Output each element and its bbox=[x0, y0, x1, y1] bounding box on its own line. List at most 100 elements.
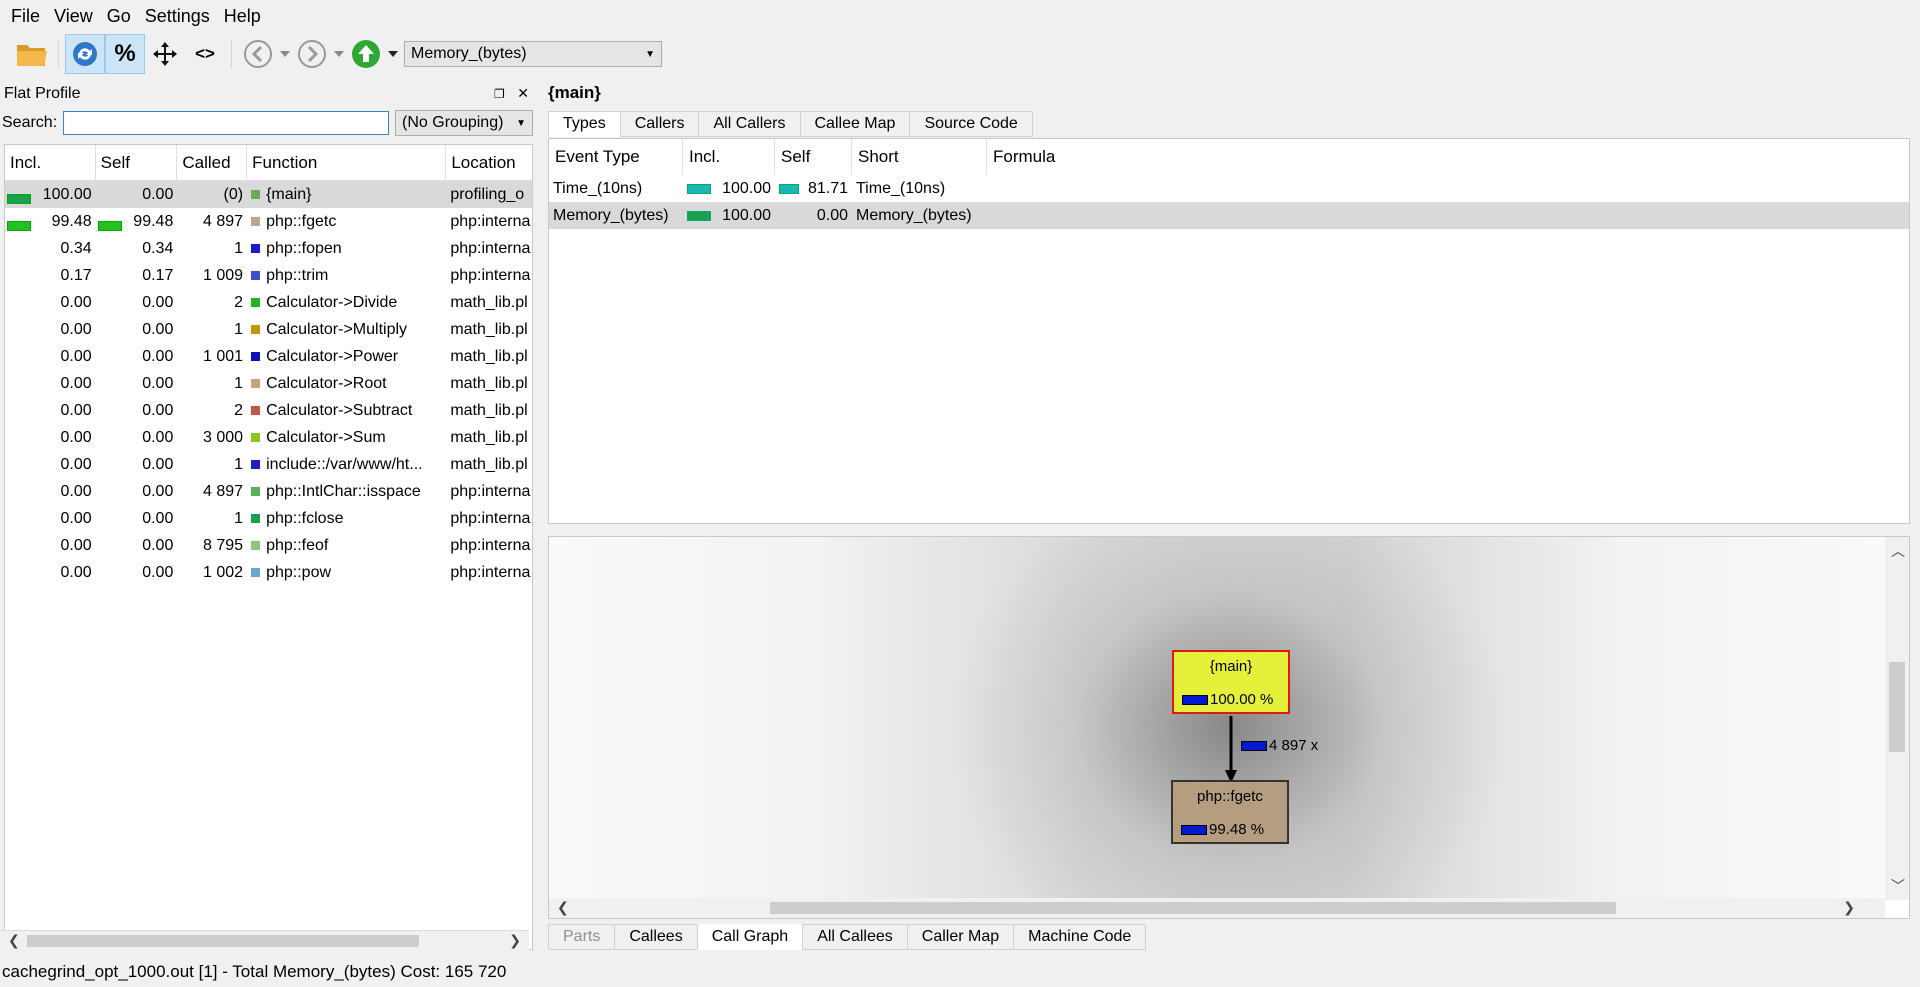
horizontal-scrollbar[interactable]: ❮ ❯ bbox=[549, 898, 1885, 918]
scroll-right-icon[interactable]: ❯ bbox=[509, 932, 521, 949]
percentage-icon[interactable]: % bbox=[105, 34, 145, 74]
table-row[interactable]: 100.00 0.00 (0) {main} profiling_o bbox=[5, 181, 532, 208]
table-row[interactable]: 0.34 0.34 1 php::fopen php:interna bbox=[5, 235, 532, 262]
menu-file[interactable]: File bbox=[4, 6, 47, 27]
cell-self: 0.34 bbox=[142, 239, 174, 257]
column-function[interactable]: Function bbox=[247, 145, 447, 180]
table-row[interactable]: 0.00 0.00 2 Calculator->Subtract math_lib.pl bbox=[5, 397, 532, 424]
horizontal-scrollbar[interactable]: ❮ ❯ bbox=[0, 930, 529, 950]
column-short[interactable]: Short bbox=[852, 139, 987, 175]
column-self[interactable]: Self bbox=[775, 139, 852, 175]
back-icon[interactable] bbox=[238, 34, 278, 74]
event-type-value: Memory_(bytes) bbox=[411, 45, 527, 62]
tab-source-code[interactable]: Source Code bbox=[909, 111, 1033, 137]
scrollbar-thumb[interactable] bbox=[27, 935, 419, 947]
types-row[interactable]: Memory_(bytes) 100.00 0.00 Memory_(bytes) bbox=[549, 202, 1909, 229]
cell-function: Calculator->Sum bbox=[247, 429, 446, 447]
column-incl[interactable]: Incl. bbox=[5, 145, 96, 180]
event-type-select[interactable]: Memory_(bytes) ▼ bbox=[404, 41, 662, 67]
function-color-swatch bbox=[251, 406, 261, 415]
table-row[interactable]: 0.00 0.00 1 include::/var/www/ht... math_lib… bbox=[5, 451, 532, 478]
column-event-type[interactable]: Event Type bbox=[549, 139, 683, 175]
tab-call-graph[interactable]: Call Graph bbox=[696, 924, 804, 950]
scrollbar-thumb[interactable] bbox=[770, 902, 1616, 914]
tab-all-callers[interactable]: All Callers bbox=[698, 111, 801, 137]
flat-profile-panel: Flat Profile ❐ ✕ Search: (No Grouping) ▼… bbox=[0, 80, 533, 950]
dropdown-arrow-icon: ▼ bbox=[516, 117, 526, 129]
toolbar-separator bbox=[58, 39, 59, 69]
move-icon[interactable] bbox=[145, 34, 185, 74]
scrollbar-thumb[interactable] bbox=[1889, 662, 1905, 752]
table-row[interactable]: 0.00 0.00 1 Calculator->Multiply math_lib.pl bbox=[5, 316, 532, 343]
up-menu-icon[interactable] bbox=[386, 34, 400, 74]
open-folder-icon[interactable] bbox=[12, 34, 52, 74]
table-row[interactable]: 0.00 0.00 4 897 php::IntlChar::isspace php:i… bbox=[5, 478, 532, 505]
cell-called: 1 bbox=[234, 239, 244, 257]
grouping-value: (No Grouping) bbox=[402, 114, 504, 131]
scroll-down-icon[interactable]: ﹀ bbox=[1891, 876, 1905, 896]
menu-help[interactable]: Help bbox=[217, 6, 268, 27]
scroll-right-icon[interactable]: ❯ bbox=[1843, 899, 1855, 916]
tab-types[interactable]: Types bbox=[548, 111, 621, 137]
search-input[interactable] bbox=[63, 111, 390, 135]
table-row[interactable]: 99.48 99.48 4 897 php::fgetc php:interna bbox=[5, 208, 532, 235]
graph-node-callee[interactable]: php::fgetc 99.48 % bbox=[1171, 780, 1289, 844]
tab-callee-map[interactable]: Callee Map bbox=[799, 111, 911, 137]
menu-settings[interactable]: Settings bbox=[138, 6, 217, 27]
table-row[interactable]: 0.00 0.00 1 Calculator->Root math_lib.pl bbox=[5, 370, 532, 397]
tab-caller-map[interactable]: Caller Map bbox=[906, 924, 1015, 950]
tab-callers[interactable]: Callers bbox=[619, 111, 700, 137]
float-panel-icon[interactable]: ❐ bbox=[494, 87, 505, 101]
cell-called: 4 897 bbox=[203, 212, 244, 230]
cell-incl: 0.00 bbox=[60, 347, 92, 365]
tab-parts[interactable]: Parts bbox=[548, 924, 616, 950]
cycle-detection-icon[interactable] bbox=[65, 34, 105, 74]
status-bar: cachegrind_opt_1000.out [1] - Total Memo… bbox=[2, 962, 507, 981]
cell-function: Calculator->Divide bbox=[247, 294, 446, 312]
forward-icon[interactable] bbox=[292, 34, 332, 74]
vertical-scrollbar[interactable]: ︿ ﹀ bbox=[1885, 537, 1909, 900]
scroll-left-icon[interactable]: ❮ bbox=[8, 932, 20, 949]
forward-menu-icon[interactable] bbox=[332, 34, 346, 74]
cell-self: 0.00 bbox=[142, 536, 174, 554]
tab-callees[interactable]: Callees bbox=[614, 924, 698, 950]
column-called[interactable]: Called bbox=[177, 145, 248, 180]
tab-machine-code[interactable]: Machine Code bbox=[1013, 924, 1147, 950]
cell-location: math_lib.pl bbox=[450, 428, 528, 446]
cell-location: math_lib.pl bbox=[450, 347, 528, 365]
column-location[interactable]: Location bbox=[446, 145, 532, 180]
tab-all-callees[interactable]: All Callees bbox=[802, 924, 908, 950]
menu-go[interactable]: Go bbox=[100, 6, 138, 27]
table-row[interactable]: 0.00 0.00 2 Calculator->Divide math_lib.pl bbox=[5, 289, 532, 316]
edge-call-count: 4 897 x bbox=[1269, 737, 1319, 754]
table-row[interactable]: 0.00 0.00 3 000 Calculator->Sum math_lib.pl bbox=[5, 424, 532, 451]
cell-self: 0.00 bbox=[142, 482, 174, 500]
bottom-tab-bar: Parts Callees Call Graph All Callees Cal… bbox=[548, 924, 1147, 950]
types-table: Event Type Incl. Self Short Formula Time… bbox=[548, 138, 1910, 524]
table-row[interactable]: 0.00 0.00 1 002 php::pow php:interna bbox=[5, 559, 532, 586]
cell-location: php:interna bbox=[450, 536, 531, 554]
table-row[interactable]: 0.17 0.17 1 009 php::trim php:interna bbox=[5, 262, 532, 289]
table-row[interactable]: 0.00 0.00 1 001 Calculator->Power math_lib.p… bbox=[5, 343, 532, 370]
table-row[interactable]: 0.00 0.00 8 795 php::feof php:interna bbox=[5, 532, 532, 559]
back-menu-icon[interactable] bbox=[278, 34, 292, 74]
call-graph-view[interactable]: {main} 100.00 % 4 897 x php::fgetc 99.48… bbox=[548, 536, 1910, 919]
scroll-up-icon[interactable]: ︿ bbox=[1891, 541, 1905, 561]
column-formula[interactable]: Formula bbox=[987, 139, 1187, 175]
graph-canvas[interactable]: {main} 100.00 % 4 897 x php::fgetc 99.48… bbox=[549, 537, 1885, 900]
menu-view[interactable]: View bbox=[47, 6, 100, 27]
call-edge-arrow[interactable] bbox=[549, 537, 1885, 900]
table-row[interactable]: 0.00 0.00 1 php::fclose php:interna bbox=[5, 505, 532, 532]
scroll-left-icon[interactable]: ❮ bbox=[557, 899, 569, 916]
up-icon[interactable] bbox=[346, 34, 386, 74]
cell-called: 8 795 bbox=[203, 536, 244, 554]
cell-called: 1 002 bbox=[203, 563, 244, 581]
expand-code-icon[interactable]: <> bbox=[185, 34, 225, 74]
types-row[interactable]: Time_(10ns) 100.00 81.71 Time_(10ns) bbox=[549, 175, 1909, 202]
callee-node-cost: 99.48 % bbox=[1181, 821, 1264, 838]
grouping-select[interactable]: (No Grouping) ▼ bbox=[395, 110, 533, 136]
column-incl[interactable]: Incl. bbox=[683, 139, 775, 175]
cell-function: Calculator->Multiply bbox=[247, 321, 446, 339]
column-self[interactable]: Self bbox=[96, 145, 178, 180]
close-panel-icon[interactable]: ✕ bbox=[517, 85, 529, 101]
